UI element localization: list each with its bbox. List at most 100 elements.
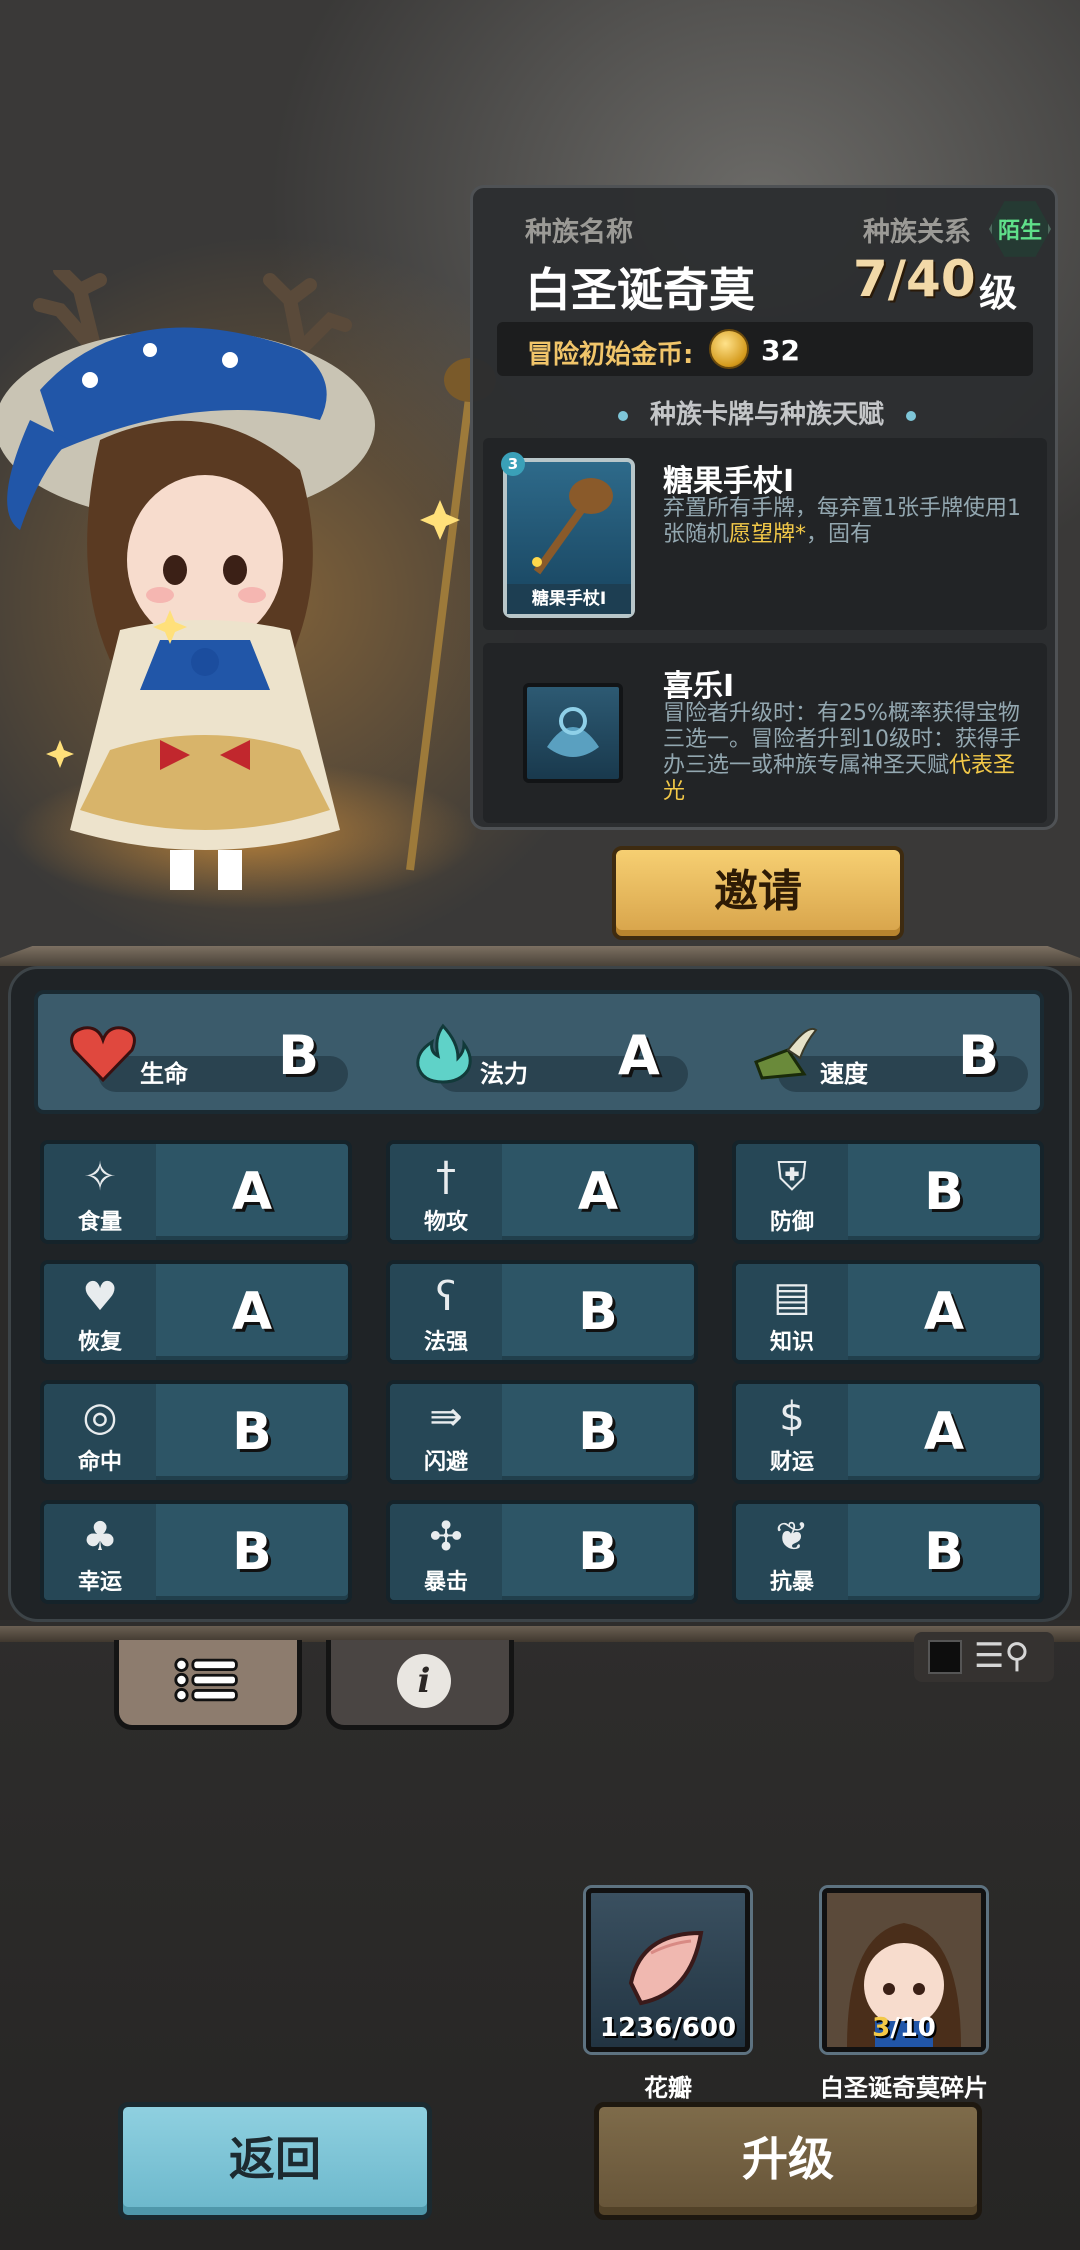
stat-grade: A (231, 1162, 273, 1222)
clover-icon: ♣ (82, 1514, 118, 1560)
stat-grade: B (232, 1402, 272, 1462)
stat-grade: A (923, 1402, 965, 1462)
main-stat-speed: 速度 B (718, 994, 1048, 1110)
talent-description: 冒险者升级时：有25%概率获得宝物三选一。冒险者升到10级时：获得手办三选一或种… (663, 701, 1021, 804)
staff-icon: ʕ (435, 1274, 457, 1320)
stat-label: 抗暴 (769, 1570, 814, 1595)
main-stat-grade: B (278, 1024, 320, 1087)
material-count: 1236/600 (599, 2013, 737, 2043)
stat-grade: A (923, 1282, 965, 1342)
starting-gold-label: 冒险初始金币: (527, 340, 694, 370)
stat-label: 命中 (77, 1450, 122, 1475)
armor-icon: ⛨ (777, 1154, 807, 1200)
stat-label: 物攻 (423, 1210, 468, 1235)
winged-boot-icon (754, 1028, 818, 1080)
panel-divider-top (0, 946, 1080, 966)
race-name: 白圣诞奇莫 (525, 263, 755, 317)
relation-badge: 陌生 (989, 201, 1051, 257)
heart-plus-icon: ♥ (82, 1274, 118, 1320)
stat-critical[interactable]: ✣ 暴击 B (386, 1500, 698, 1604)
stat-physical-attack[interactable]: † 物攻 A (386, 1140, 698, 1244)
race-talent-item[interactable]: 喜乐I 冒险者升级时：有25%概率获得宝物三选一。冒险者升到10级时：获得手办三… (483, 643, 1047, 823)
stat-grade: B (924, 1162, 964, 1222)
main-stat-label: 生命 (140, 1060, 188, 1088)
talent-title: 喜乐I (663, 669, 735, 704)
tab-info[interactable]: i (326, 1640, 514, 1730)
stat-recovery[interactable]: ♥ 恢复 A (40, 1260, 352, 1364)
invite-button[interactable]: 邀请 (612, 846, 904, 940)
material-shard[interactable]: 3/10 白圣诞奇莫碎片 (820, 1888, 988, 2103)
main-stat-label: 速度 (820, 1060, 868, 1088)
main-stat-label: 法力 (480, 1060, 528, 1088)
stat-dodge[interactable]: ⇛ 闪避 B (386, 1380, 698, 1484)
race-card-item[interactable]: 3 糖果手杖I 糖果手杖I 弃置所有手牌，每弃置1张手牌使用1张随机愿望牌*，固… (483, 438, 1047, 630)
stat-label: 恢复 (77, 1330, 122, 1355)
stat-label: 食量 (77, 1210, 122, 1235)
stat-label: 闪避 (423, 1450, 468, 1475)
material-caption: 花瓣 (644, 2074, 692, 2102)
stat-defense[interactable]: ⛨ 防御 B (732, 1140, 1044, 1244)
shield-flower-icon: ❦ (775, 1514, 809, 1560)
stat-label: 知识 (769, 1330, 814, 1355)
search-filter-icon: ☰⚲ (974, 1636, 1030, 1676)
talent-icon (523, 683, 623, 783)
main-stat-grade: B (958, 1024, 1000, 1087)
list-icon (174, 1657, 238, 1703)
stat-label: 防御 (769, 1210, 814, 1235)
main-stat-health: 生命 B (38, 994, 368, 1110)
dot-icon (617, 410, 628, 421)
target-icon: ◎ (82, 1394, 118, 1440)
starting-gold-bar: 冒险初始金币: 32 (497, 322, 1033, 376)
stat-crit-resist[interactable]: ❦ 抗暴 B (732, 1500, 1044, 1604)
stat-luck[interactable]: ♣ 幸运 B (40, 1500, 352, 1604)
money-bag-icon: $ (779, 1394, 805, 1440)
stat-knowledge[interactable]: ▤ 知识 A (732, 1260, 1044, 1364)
material-petal[interactable]: 1236/600 花瓣 (586, 1888, 750, 2103)
stat-grade: A (231, 1282, 273, 1342)
filter-toggle[interactable]: ☰⚲ (914, 1632, 1054, 1682)
starting-gold-value: 32 (761, 334, 800, 367)
stat-grade: B (578, 1402, 618, 1462)
back-button[interactable]: 返回 (118, 2102, 432, 2220)
stat-label: 暴击 (423, 1570, 468, 1595)
material-count: 3/10 (872, 2013, 936, 2043)
stat-label: 法强 (423, 1330, 468, 1355)
main-stat-grade: A (618, 1024, 660, 1087)
stat-grade: A (577, 1162, 619, 1222)
stat-label: 财运 (769, 1450, 814, 1475)
main-stats-bar: 生命 B 法力 A 速度 B (34, 990, 1044, 1114)
card-thumbnail[interactable]: 3 糖果手杖I (501, 452, 635, 618)
card-level-badge: 3 (501, 452, 525, 476)
section-title: 种族卡牌与种族天赋 (473, 394, 1061, 431)
level-unit: 级 (979, 271, 1018, 315)
race-info-panel: 种族名称 种族关系 陌生 白圣诞奇莫 7/40 级 冒险初始金币: 32 种族卡… (470, 185, 1058, 830)
stomach-icon: ✧ (83, 1154, 117, 1200)
card-thumbnail-label: 糖果手杖I (507, 584, 631, 614)
sword-icon: † (436, 1154, 456, 1200)
stat-grade: B (578, 1522, 618, 1582)
stat-fortune[interactable]: $ 财运 A (732, 1380, 1044, 1484)
race-level: 7/40 (853, 250, 976, 308)
material-caption: 白圣诞奇莫碎片 (820, 2074, 988, 2102)
upgrade-button[interactable]: 升级 (594, 2102, 982, 2220)
stat-grade: B (924, 1522, 964, 1582)
info-icon: i (397, 1654, 451, 1708)
race-relation-label: 种族关系 (863, 217, 971, 248)
candy-cane-staff-icon (532, 478, 613, 575)
main-stat-mana: 法力 A (378, 994, 708, 1110)
book-icon: ▤ (773, 1274, 811, 1320)
card-description: 弃置所有手牌，每弃置1张手牌使用1张随机愿望牌*，固有 (663, 496, 1021, 547)
coin-icon (709, 329, 749, 369)
stat-magic-power[interactable]: ʕ 法强 B (386, 1260, 698, 1364)
flame-icon (416, 1023, 472, 1084)
tab-list[interactable] (114, 1640, 302, 1730)
race-name-label: 种族名称 (525, 217, 633, 248)
dodge-icon: ⇛ (429, 1394, 463, 1440)
filter-checkbox[interactable] (928, 1640, 962, 1674)
stat-label: 幸运 (77, 1570, 122, 1595)
character-portrait (0, 270, 496, 890)
heart-icon (70, 1026, 136, 1083)
stat-accuracy[interactable]: ◎ 命中 B (40, 1380, 352, 1484)
dot-icon (906, 410, 916, 421)
stat-appetite[interactable]: ✧ 食量 A (40, 1140, 352, 1244)
